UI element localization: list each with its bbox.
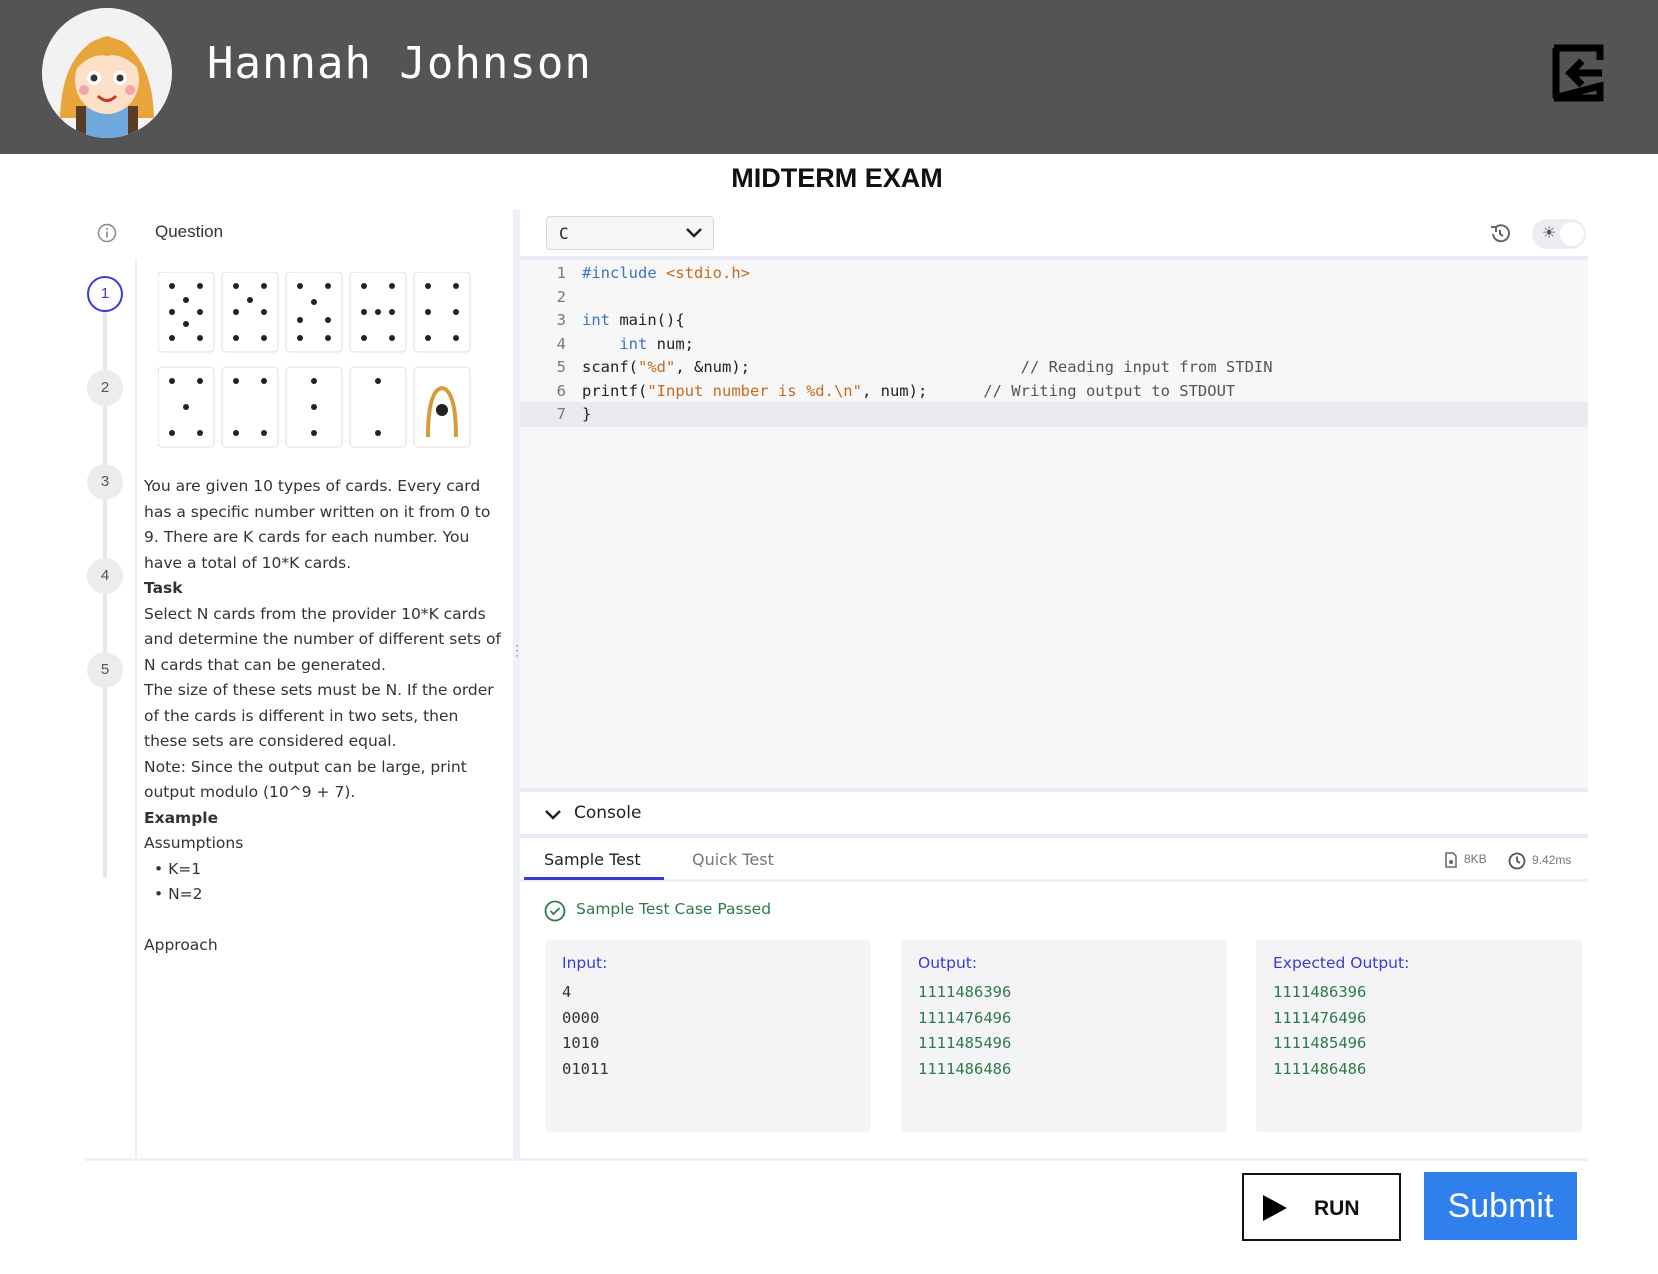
language-select[interactable]: C [546, 216, 714, 250]
output-line: 1111485496 [918, 1034, 1012, 1052]
assumptions-heading: Assumptions [144, 834, 244, 852]
input-values: 4 0000 1010 01011 [562, 980, 609, 1082]
input-box: Input: 4 0000 1010 01011 [545, 940, 871, 1132]
list-item: N=2 [154, 882, 504, 908]
toggle-knob [1560, 222, 1584, 246]
output-label: Output: [918, 954, 978, 972]
expected-output-box: Expected Output: 1111486396 1111476496 1… [1256, 940, 1582, 1132]
active-tab-indicator [524, 877, 664, 880]
step-3[interactable]: 3 [87, 464, 123, 500]
question-panel-header: Question [85, 214, 513, 254]
chevron-down-icon [544, 808, 562, 820]
run-button[interactable]: RUN [1242, 1173, 1401, 1241]
step-4[interactable]: 4 [87, 558, 123, 594]
approach-heading: Approach [144, 936, 218, 954]
step-5[interactable]: 5 [87, 652, 123, 688]
input-line: 1010 [562, 1034, 600, 1052]
stepper-divider [135, 258, 137, 1158]
line-number: 6 [556, 381, 566, 400]
sun-icon: ☀ [1541, 225, 1557, 242]
code-line[interactable]: 7} [520, 402, 1588, 427]
code-text: scanf("%d", &num); // Reading input from… [582, 358, 1273, 376]
code-text: int num; [619, 334, 694, 353]
chevron-down-icon [685, 226, 703, 240]
header-bar: Hannah Johnson [0, 0, 1658, 154]
line-number: 5 [556, 358, 566, 376]
info-icon[interactable] [97, 223, 117, 243]
status-text: Sample Test Case Passed [576, 900, 772, 918]
note-text: Note: Since the output can be large, pri… [144, 757, 467, 802]
console-tabs: Sample Test Quick Test 8KB 9.42ms [520, 838, 1588, 882]
console-toggle[interactable]: Console [520, 788, 1588, 838]
clock-icon [1508, 852, 1526, 870]
language-value: C [559, 224, 569, 243]
code-text: printf("Input number is %d.\n", num); //… [582, 381, 1236, 400]
code-editor[interactable]: 1 #include <stdio.h> 2 3 int main(){ 4 int nu… [520, 260, 1588, 788]
input-label: Input: [562, 954, 608, 972]
set-size-text: The size of these sets must be N. If the… [144, 681, 494, 750]
theme-toggle[interactable]: ☀ [1532, 219, 1586, 249]
user-name: Hannah Johnson [207, 38, 592, 89]
line-number: 1 [556, 264, 566, 282]
expected-line: 1111485496 [1273, 1034, 1367, 1052]
input-line: 4 [562, 983, 572, 1001]
output-values: 1111486396 1111476496 1111485496 1111486… [918, 980, 1011, 1082]
editor-toolbar: C ☀ [520, 210, 1588, 260]
step-2[interactable]: 2 [87, 370, 123, 406]
input-line: 0000 [562, 1008, 600, 1027]
question-intro: You are given 10 types of cards. Every c… [144, 477, 491, 572]
code-line[interactable]: 5 scanf("%d", &num); // Reading input fro… [520, 355, 1588, 380]
assumptions-list: K=1 N=2 [154, 857, 504, 908]
girl-avatar-icon [42, 8, 172, 138]
expected-output-label: Expected Output: [1273, 954, 1410, 972]
code-line[interactable]: 1 #include <stdio.h> [520, 261, 1588, 286]
code-line[interactable]: 2 [520, 285, 1588, 310]
code-line[interactable]: 3 int main(){ [520, 308, 1588, 333]
check-circle-icon [544, 900, 566, 922]
panel-divider [513, 210, 520, 1160]
line-number: 2 [556, 287, 566, 306]
expected-output-values: 1111486396 1111476496 1111485496 1111486… [1273, 980, 1366, 1082]
code-text: int main(){ [582, 311, 685, 329]
line-number: 4 [556, 334, 566, 353]
question-stepper: 1 2 3 4 5 [85, 258, 135, 1158]
tab-sample-test[interactable]: Sample Test [544, 850, 641, 869]
file-icon [1444, 852, 1458, 868]
console-label: Console [574, 803, 642, 823]
input-line: 01011 [562, 1059, 609, 1078]
runtime-value: 9.42ms [1532, 853, 1572, 868]
logout-icon[interactable] [1548, 44, 1604, 102]
output-box: Output: 1111486396 1111476496 1111485496… [901, 940, 1227, 1132]
example-heading: Example [144, 808, 219, 827]
play-icon [1262, 1194, 1288, 1222]
expected-line: 1111476496 [1273, 1008, 1367, 1027]
workspace-bottom-border [85, 1158, 1588, 1161]
output-line: 1111476496 [918, 1008, 1012, 1027]
exam-title: MIDTERM EXAM [731, 163, 943, 193]
output-line: 1111486486 [918, 1059, 1012, 1078]
question-text: You are given 10 types of cards. Every c… [144, 474, 504, 959]
memory-value: 8KB [1464, 852, 1487, 867]
run-label: RUN [1314, 1197, 1360, 1220]
line-number: 7 [556, 405, 566, 423]
task-heading: Task [144, 579, 183, 597]
code-line[interactable]: 6 printf("Input number is %d.\n", num); /… [520, 379, 1588, 404]
memory-usage: 8KB [1444, 852, 1487, 868]
code-line[interactable]: 4 int num; [520, 332, 1588, 357]
submit-button[interactable]: Submit [1424, 1172, 1577, 1240]
expected-line: 1111486396 [1273, 983, 1367, 1001]
task-text: Select N cards from the provider 10*K ca… [144, 604, 501, 674]
output-line: 1111486396 [918, 983, 1012, 1001]
playing-cards-image [157, 271, 488, 452]
runtime: 9.42ms [1508, 852, 1571, 870]
line-number: 3 [556, 311, 566, 329]
list-item: K=1 [154, 857, 504, 883]
history-icon[interactable] [1488, 222, 1512, 246]
code-text: } [582, 405, 592, 423]
tab-quick-test[interactable]: Quick Test [692, 850, 774, 869]
code-text: #include <stdio.h> [582, 264, 750, 282]
step-1[interactable]: 1 [87, 276, 123, 312]
question-tab[interactable]: Question [155, 222, 223, 242]
expected-line: 1111486486 [1273, 1059, 1367, 1078]
